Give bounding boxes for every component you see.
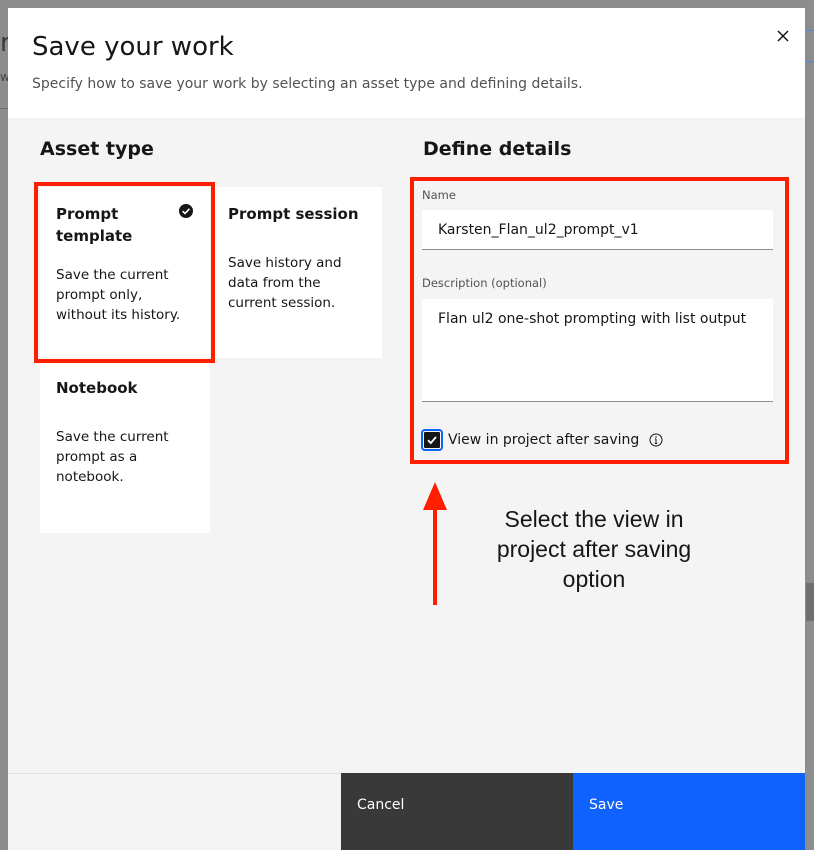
- tile-description: Save the current prompt only, without it…: [56, 267, 181, 323]
- close-button[interactable]: [767, 20, 799, 52]
- annotation-arrow-icon: [423, 482, 447, 605]
- tile-prompt-session[interactable]: Prompt session Save history and data fro…: [212, 187, 382, 358]
- background-right-edge: [806, 0, 814, 850]
- save-button[interactable]: Save: [573, 773, 805, 850]
- tile-prompt-template[interactable]: Prompt template Save the current prompt …: [40, 187, 210, 357]
- define-details-heading: Define details: [423, 138, 572, 160]
- checkmark-icon: [427, 436, 437, 445]
- tile-description: Save the current prompt as a notebook.: [56, 429, 169, 485]
- view-in-project-checkbox[interactable]: [421, 429, 443, 451]
- footer-spacer: [8, 773, 341, 850]
- background-input-fragment: [806, 30, 814, 62]
- dialog-title: Save your work: [32, 32, 234, 62]
- name-input[interactable]: [422, 210, 773, 250]
- checkmark-filled-icon: [179, 204, 193, 218]
- description-textarea[interactable]: Flan ul2 one-shot prompting with list ou…: [422, 299, 773, 402]
- background-scroll-fragment: [806, 583, 814, 621]
- info-icon[interactable]: [649, 433, 663, 447]
- dialog-header: Save your work Specify how to save your …: [8, 8, 805, 118]
- tile-description: Save history and data from the current s…: [228, 255, 342, 311]
- cancel-button[interactable]: Cancel: [341, 773, 573, 850]
- close-icon: [777, 30, 789, 42]
- view-in-project-label: View in project after saving: [448, 432, 640, 448]
- save-dialog: Save your work Specify how to save your …: [8, 8, 805, 850]
- tile-title: Notebook: [56, 379, 138, 397]
- annotation-text: Select the view in project after saving …: [496, 506, 692, 592]
- description-label: Description (optional): [422, 276, 547, 290]
- dialog-subtitle: Specify how to save your work by selecti…: [32, 76, 583, 92]
- tile-title: Prompt session: [228, 205, 359, 223]
- asset-type-heading: Asset type: [40, 138, 154, 160]
- tile-notebook[interactable]: Notebook Save the current prompt as a no…: [40, 361, 210, 533]
- dialog-footer: Cancel Save: [8, 773, 805, 850]
- view-in-project-option[interactable]: View in project after saving: [421, 429, 663, 451]
- name-label: Name: [422, 188, 456, 202]
- tile-title: Prompt template: [56, 205, 133, 245]
- background-divider: [0, 108, 8, 109]
